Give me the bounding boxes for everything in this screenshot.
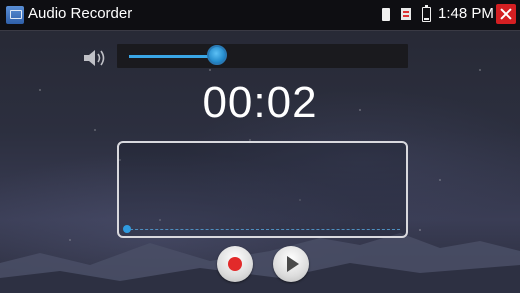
waveform-playhead [123,225,131,233]
volume-slider[interactable] [117,44,408,68]
volume-slider-thumb[interactable] [207,45,228,65]
speaker-icon[interactable] [82,47,108,69]
battery-icon [422,5,431,22]
status-clock: 1:48 PM [438,5,494,22]
record-icon [228,257,242,271]
tv-app-icon [6,6,24,24]
usb-icon [401,8,411,20]
record-button[interactable] [217,246,253,282]
status-bar: Audio Recorder 1:48 PM [0,0,520,31]
app-title: Audio Recorder [28,5,133,22]
waveform-baseline [125,229,400,230]
close-button[interactable] [496,4,516,24]
sd-card-icon [382,8,390,21]
waveform-display [117,141,408,238]
volume-slider-fill [129,55,218,58]
play-button[interactable] [273,246,309,282]
audio-recorder-window: Audio Recorder 1:48 PM 00:02 [0,0,520,293]
play-icon [287,256,299,272]
elapsed-time: 00:02 [202,78,318,127]
